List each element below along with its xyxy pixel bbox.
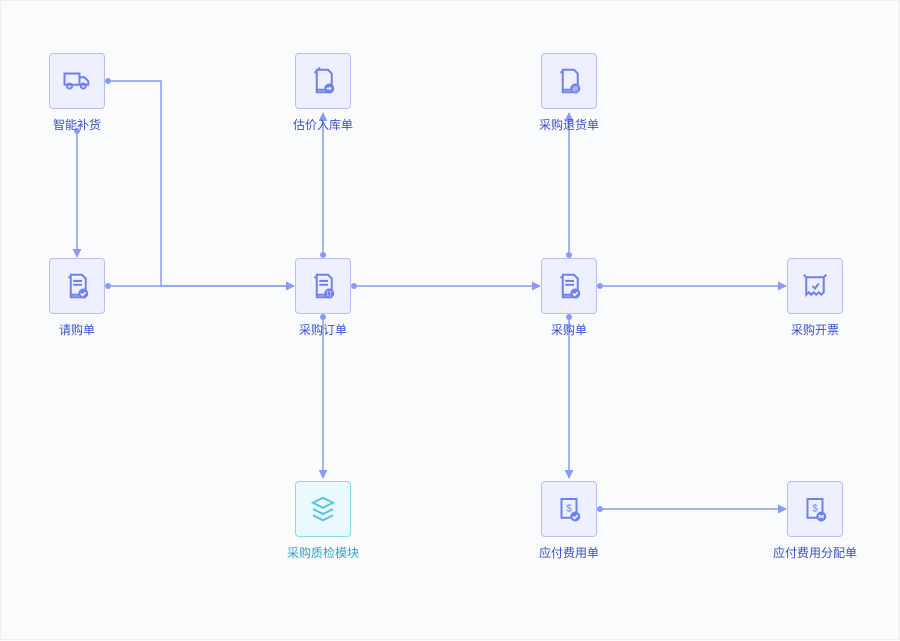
node-purchase-receipt[interactable] xyxy=(541,258,597,314)
node-purchase-request[interactable] xyxy=(49,258,105,314)
stack-icon xyxy=(308,494,338,524)
node-purchase-return[interactable]: 退 xyxy=(541,53,597,109)
svg-text:订: 订 xyxy=(326,290,332,298)
label-smart-replenish: 智能补货 xyxy=(17,116,137,133)
label-payable-expense: 应付费用单 xyxy=(509,544,629,561)
node-quality-module[interactable] xyxy=(295,481,351,537)
node-smart-replenish[interactable] xyxy=(49,53,105,109)
doc-check-icon xyxy=(62,271,92,301)
label-purchase-receipt: 采购单 xyxy=(509,321,629,338)
money-check-icon: $ xyxy=(554,494,584,524)
node-payable-expense[interactable]: $ xyxy=(541,481,597,537)
doc-arrow-icon xyxy=(308,66,338,96)
label-purchase-request: 请购单 xyxy=(17,321,137,338)
svg-text:$: $ xyxy=(812,504,818,515)
label-purchase-return: 采购退货单 xyxy=(509,116,629,133)
truck-icon xyxy=(62,66,92,96)
node-valuation-inbound[interactable] xyxy=(295,53,351,109)
node-purchase-invoice[interactable] xyxy=(787,258,843,314)
doc-order-icon: 订 xyxy=(308,271,338,301)
label-quality-module: 采购质检模块 xyxy=(263,544,383,561)
label-purchase-invoice: 采购开票 xyxy=(755,321,875,338)
label-valuation-inbound: 估价入库单 xyxy=(263,116,383,133)
doc-check-icon xyxy=(554,271,584,301)
node-payable-allocation[interactable]: $ xyxy=(787,481,843,537)
label-purchase-order: 采购订单 xyxy=(263,321,383,338)
money-share-icon: $ xyxy=(800,494,830,524)
doc-return-icon: 退 xyxy=(554,66,584,96)
svg-text:$: $ xyxy=(566,504,572,515)
svg-text:退: 退 xyxy=(572,84,579,93)
invoice-icon xyxy=(800,271,830,301)
node-purchase-order[interactable]: 订 xyxy=(295,258,351,314)
label-payable-allocation: 应付费用分配单 xyxy=(755,544,875,561)
